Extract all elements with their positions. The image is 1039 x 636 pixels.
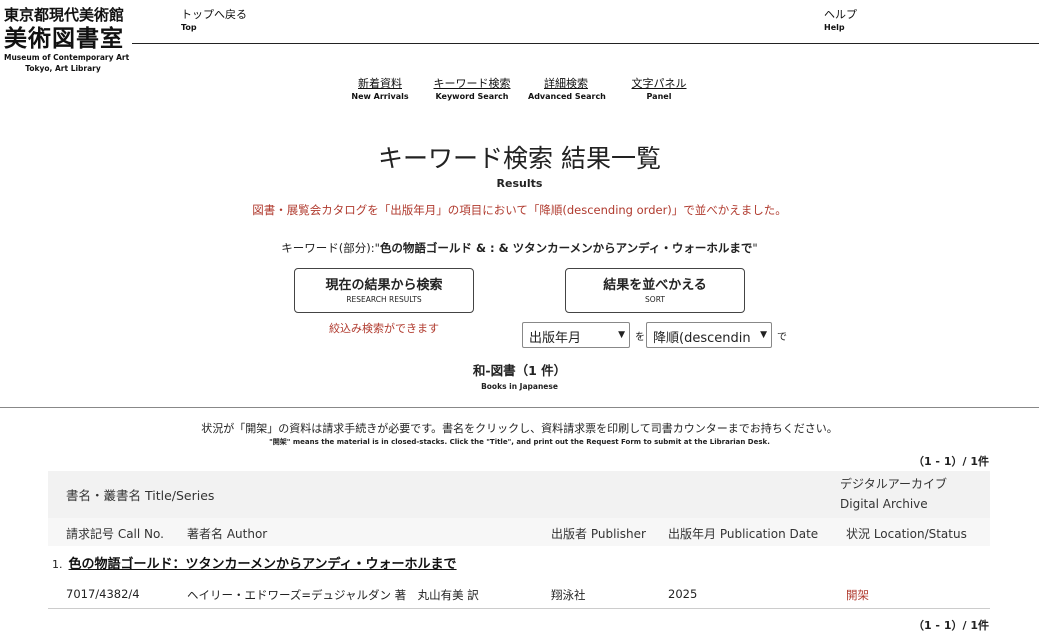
row-publisher: 翔泳社 bbox=[551, 588, 586, 602]
result-count-top: （1 - 1）/ 1件 bbox=[912, 455, 989, 468]
keyword-label: キーワード(部分):" bbox=[281, 241, 380, 255]
sort-connector-wo: を bbox=[635, 332, 645, 343]
help-label: ヘルプ bbox=[824, 8, 857, 21]
sort-connector-de: で bbox=[777, 332, 787, 343]
sort-results-label-en: SORT bbox=[645, 295, 665, 304]
nav-character-panel-label-en: Panel bbox=[646, 92, 672, 101]
nav-character-panel[interactable]: 文字パネル Panel bbox=[628, 77, 690, 102]
keyword-value: 色の物語ゴールド & : & ツタンカーメンからアンディ・ウォーホルまで bbox=[379, 241, 753, 255]
header-title-series: 書名・叢書名 Title/Series bbox=[66, 488, 215, 503]
row-publication-date: 2025 bbox=[668, 587, 698, 601]
section-subtitle: Books in Japanese bbox=[481, 382, 558, 391]
logo-english-line1: Museum of Contemporary Art bbox=[4, 53, 130, 62]
help-link[interactable]: ヘルプ Help bbox=[824, 8, 857, 33]
logo-english-line2: Tokyo, Art Library bbox=[25, 64, 101, 73]
header-digital-archive-en: Digital Archive bbox=[840, 497, 928, 511]
nav-keyword-search-label: キーワード検索 bbox=[433, 77, 511, 90]
nav-new-arrivals[interactable]: 新着資料 New Arrivals bbox=[350, 77, 410, 102]
status-note-en: "開架" means the material is in closed-sta… bbox=[269, 438, 770, 446]
nav-advanced-search[interactable]: 詳細検索 Advanced Search bbox=[528, 77, 606, 102]
header-author: 著者名 Author bbox=[187, 527, 268, 541]
page-subtitle: Results bbox=[496, 177, 543, 190]
keyword-end-quote: " bbox=[752, 241, 758, 255]
header-status: 状況 Location/Status bbox=[846, 527, 967, 541]
sort-order-select[interactable]: 降順(descendin ▼ bbox=[646, 322, 772, 348]
nav-keyword-search[interactable]: キーワード検索 Keyword Search bbox=[432, 77, 512, 102]
library-logo[interactable]: 東京都現代美術館 美術図書室 Museum of Contemporary Ar… bbox=[4, 6, 130, 74]
back-to-top-label: トップへ戻る bbox=[181, 8, 247, 21]
logo-library-name: 美術図書室 bbox=[4, 26, 124, 52]
row-number: 1. bbox=[52, 558, 63, 571]
row-call-no: 7017/4382/4 bbox=[66, 587, 140, 601]
table-header-row-2: 請求記号 Call No. 著者名 Author 出版者 Publisher 出… bbox=[48, 518, 990, 546]
page-title: キーワード検索 結果一覧 bbox=[378, 144, 661, 173]
section-title: 和-図書（1 件） bbox=[472, 363, 567, 378]
research-results-label: 現在の結果から検索 bbox=[325, 278, 443, 293]
nav-advanced-search-label: 詳細検索 bbox=[544, 77, 588, 90]
header-call-no: 請求記号 Call No. bbox=[66, 527, 164, 541]
chevron-down-icon: ▼ bbox=[760, 330, 767, 340]
header-divider bbox=[132, 43, 1039, 44]
nav-new-arrivals-label-en: New Arrivals bbox=[351, 92, 409, 101]
research-results-label-en: RESEARCH RESULTS bbox=[346, 295, 422, 304]
chevron-down-icon: ▼ bbox=[618, 330, 625, 340]
nav-new-arrivals-label: 新着資料 bbox=[358, 77, 402, 90]
row-status-link[interactable]: 開架 bbox=[846, 587, 869, 603]
sort-order-value: 降順(descendin bbox=[653, 331, 751, 346]
table-header-row-1: 書名・叢書名 Title/Series デジタルアーカイブ Digital Ar… bbox=[48, 471, 990, 518]
back-to-top-label-en: Top bbox=[181, 23, 197, 32]
nav-character-panel-label: 文字パネル bbox=[631, 77, 687, 90]
row-author: ヘイリー・エドワーズ=デュジャルダン 著 丸山有美 訳 bbox=[187, 588, 479, 602]
help-label-en: Help bbox=[824, 23, 845, 32]
sort-results-label: 結果を並べかえる bbox=[603, 278, 707, 293]
result-count-bottom: （1 - 1）/ 1件 bbox=[912, 619, 989, 632]
nav-keyword-search-label-en: Keyword Search bbox=[435, 92, 509, 101]
section-divider bbox=[0, 407, 1039, 408]
sort-field-value: 出版年月 bbox=[529, 331, 582, 346]
search-keyword-line: キーワード(部分):"色の物語ゴールド & : & ツタンカーメンからアンディ・… bbox=[0, 240, 1039, 256]
header-digital-archive: デジタルアーカイブ bbox=[840, 477, 948, 491]
logo-museum-name: 東京都現代美術館 bbox=[4, 6, 125, 24]
filter-note: 絞込み検索ができます bbox=[329, 322, 439, 335]
header-publisher: 出版者 Publisher bbox=[551, 527, 646, 541]
row-divider bbox=[48, 608, 990, 609]
sort-results-button[interactable]: 結果を並べかえる SORT bbox=[565, 268, 745, 313]
research-results-button[interactable]: 現在の結果から検索 RESEARCH RESULTS bbox=[294, 268, 474, 313]
book-title-link[interactable]: 色の物語ゴールド：ツタンカーメンからアンディ・ウォーホルまで bbox=[69, 557, 457, 572]
table-row-title: 1. 色の物語ゴールド：ツタンカーメンからアンディ・ウォーホルまで bbox=[52, 553, 457, 572]
nav-advanced-search-label-en: Advanced Search bbox=[528, 92, 606, 101]
sort-field-select[interactable]: 出版年月 ▼ bbox=[522, 322, 630, 348]
sort-notice: 図書・展覧会カタログを「出版年月」の項目において「降順(descending o… bbox=[252, 203, 787, 217]
header-publication-date: 出版年月 Publication Date bbox=[668, 527, 819, 541]
main-nav: 新着資料 New Arrivals キーワード検索 Keyword Search… bbox=[0, 77, 1039, 105]
status-note: 状況が「開架」の資料は請求手続きが必要です。書名をクリックし、資料請求票を印刷し… bbox=[201, 422, 838, 435]
back-to-top-link[interactable]: トップへ戻る Top bbox=[181, 8, 247, 33]
